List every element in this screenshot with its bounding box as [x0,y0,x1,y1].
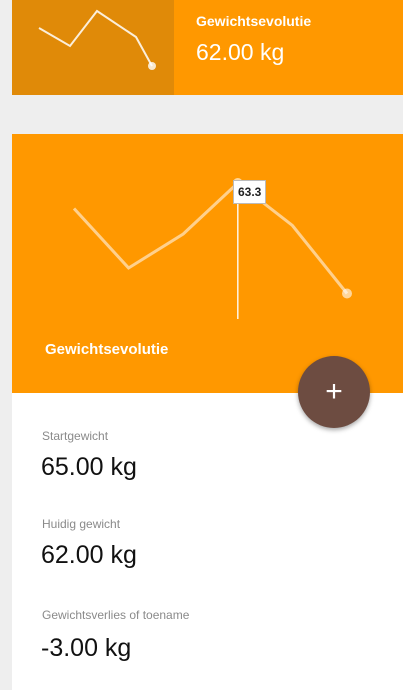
weight-change-label: Gewichtsverlies of toename [42,608,190,622]
summary-weight-value: 62.00 kg [196,39,285,65]
add-weight-button[interactable]: + [298,356,370,428]
page: Gewichtsevolutie 62.00 kg Gewichtsevolut… [0,0,403,690]
chart-tooltip: 63.3 [233,180,267,204]
summary-sparkline [38,9,156,70]
plus-icon: + [325,375,343,408]
current-weight-value: 62.00 kg [41,541,137,569]
start-weight-value: 65.00 kg [41,453,137,481]
weight-series-line [72,181,349,295]
weight-change-value: -3.00 kg [41,634,132,662]
weight-card: Gewichtsevolutie 63.3 + Startgewicht 65.… [12,134,403,690]
summary-chart-thumbnail [12,0,174,95]
weight-chart-area[interactable]: Gewichtsevolutie 63.3 [12,134,403,393]
summary-sparkline-point [148,62,156,70]
summary-sparkline-line [38,9,153,67]
chart-title: Gewichtsevolutie [45,341,169,358]
summary-title: Gewichtsevolutie [196,13,312,29]
current-weight-label: Huidig gewicht [42,517,121,531]
summary-card[interactable]: Gewichtsevolutie 62.00 kg [12,0,403,95]
last-data-point [342,288,352,299]
start-weight-label: Startgewicht [42,429,109,443]
